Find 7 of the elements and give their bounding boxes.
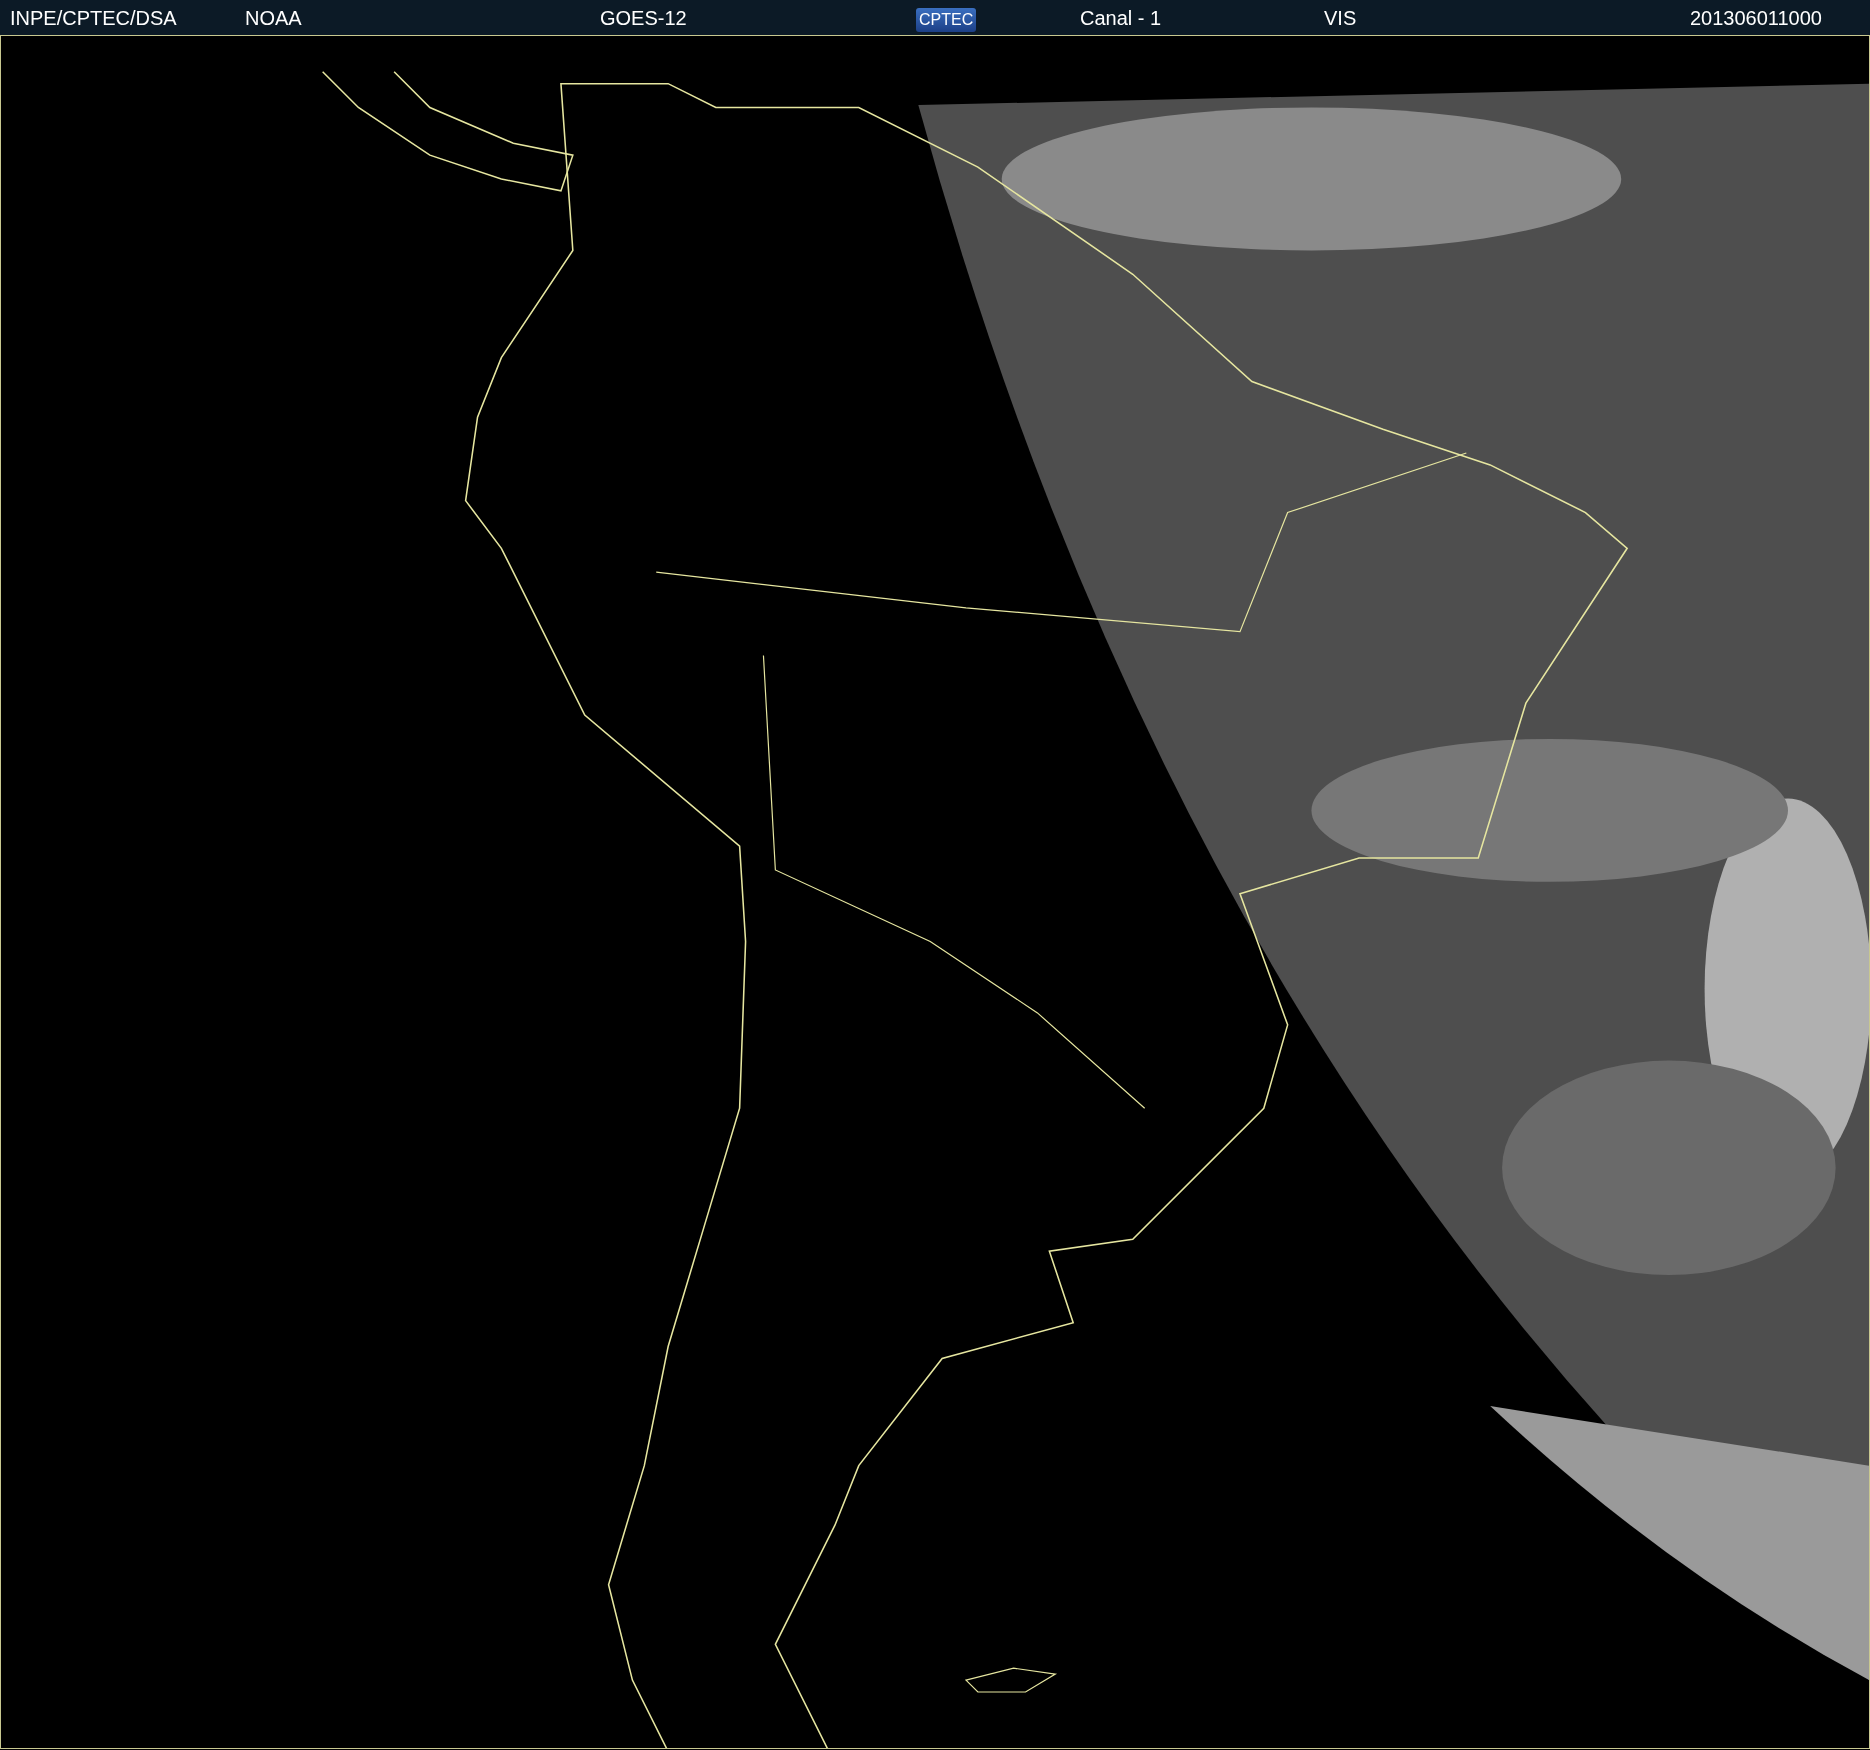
logo: CPTEC <box>916 7 977 32</box>
header-label: 201306011000 <box>1690 6 1822 29</box>
header-label: Canal - 1 <box>1080 6 1162 29</box>
header-label: INPE/CPTEC/DSA <box>10 6 177 29</box>
header-label: NOAA <box>245 6 302 29</box>
header-label: GOES-12 <box>600 6 687 29</box>
header-label: VIS <box>1324 6 1357 29</box>
